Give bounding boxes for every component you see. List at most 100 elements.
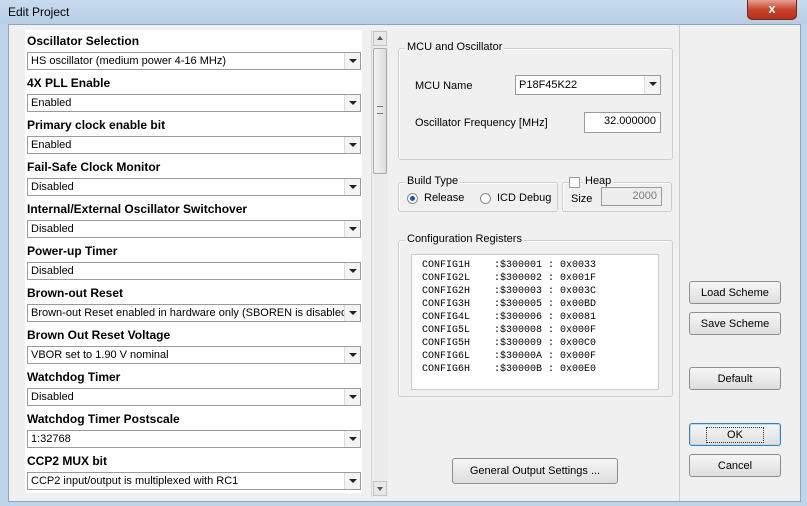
brown-out-voltage-dropdown[interactable]: VBOR set to 1.90 V nominal <box>27 346 361 364</box>
watchdog-postscale-dropdown[interactable]: 1:32768 <box>27 430 361 448</box>
chevron-down-icon <box>344 263 360 279</box>
option-label: Brown Out Reset Voltage <box>27 328 171 342</box>
icd-debug-label: ICD Debug <box>497 192 552 204</box>
group-title: MCU and Oscillator <box>405 41 505 53</box>
dropdown-value: VBOR set to 1.90 V nominal <box>31 349 169 361</box>
chevron-down-icon <box>344 347 360 363</box>
oscillator-frequency-input[interactable]: 32.000000 <box>584 112 661 133</box>
chevron-down-icon <box>344 137 360 153</box>
chevron-down-icon <box>644 76 660 94</box>
list-item: CONFIG3H :$300005 : 0x00BD <box>422 299 597 310</box>
window-title: Edit Project <box>8 5 70 19</box>
title-bar: Edit Project x <box>0 0 807 24</box>
option-brown-out-reset: Brown-out Reset Brown-out Reset enabled … <box>27 282 362 324</box>
chevron-down-icon <box>344 221 360 237</box>
option-label: Oscillator Selection <box>27 34 140 48</box>
chevron-down-icon <box>344 431 360 447</box>
scroll-down-button[interactable] <box>373 481 387 496</box>
dropdown-value: Enabled <box>31 139 72 151</box>
divider <box>679 25 680 501</box>
option-label: Power-up Timer <box>27 244 118 258</box>
option-pll-enable: 4X PLL Enable Enabled <box>27 72 362 114</box>
chevron-down-icon <box>344 389 360 405</box>
list-item: CONFIG4L :$300006 : 0x0081 <box>422 312 597 323</box>
mcu-name-label: MCU Name <box>415 80 473 92</box>
option-label: Fail-Safe Clock Monitor <box>27 160 161 174</box>
default-button[interactable]: Default <box>689 367 781 390</box>
dropdown-value: 1:32768 <box>31 433 71 445</box>
power-up-timer-dropdown[interactable]: Disabled <box>27 262 361 280</box>
list-item: CONFIG1H :$300001 : 0x0033 <box>422 260 597 271</box>
oscillator-selection-dropdown[interactable]: HS oscillator (medium power 4-16 MHz) <box>27 52 361 70</box>
option-oscillator-switchover: Internal/External Oscillator Switchover … <box>27 198 362 240</box>
option-label: Watchdog Timer Postscale <box>27 412 180 426</box>
watchdog-timer-dropdown[interactable]: Disabled <box>27 388 361 406</box>
release-label: Release <box>424 192 465 204</box>
list-item: CONFIG6H :$30000B : 0x00E0 <box>422 364 597 375</box>
brown-out-reset-dropdown[interactable]: Brown-out Reset enabled in hardware only… <box>27 304 361 322</box>
option-label: Brown-out Reset <box>27 286 123 300</box>
chevron-down-icon <box>344 53 360 69</box>
dropdown-value: Disabled <box>31 181 74 193</box>
icd-debug-radio[interactable] <box>480 193 491 204</box>
cancel-button[interactable]: Cancel <box>689 454 781 477</box>
load-scheme-button[interactable]: Load Scheme <box>689 281 781 304</box>
oscillator-switchover-dropdown[interactable]: Disabled <box>27 220 361 238</box>
list-item: CONFIG6L :$30000A : 0x000F <box>422 351 597 362</box>
list-item: CONFIG5L :$300008 : 0x000F <box>422 325 597 336</box>
option-label: Watchdog Timer <box>27 370 121 384</box>
chevron-down-icon <box>344 179 360 195</box>
heap-checkbox[interactable] <box>569 177 580 188</box>
mcu-name-dropdown[interactable]: P18F45K22 <box>515 75 661 95</box>
dialog-client: Oscillator Selection HS oscillator (medi… <box>8 24 801 502</box>
fail-safe-clock-dropdown[interactable]: Disabled <box>27 178 361 196</box>
dropdown-value: Enabled <box>31 97 72 109</box>
option-label: Primary clock enable bit <box>27 118 166 132</box>
oscillator-frequency-label: Oscillator Frequency [MHz] <box>415 117 548 129</box>
list-item: CONFIG2H :$300003 : 0x003C <box>422 286 597 297</box>
option-brown-out-voltage: Brown Out Reset Voltage VBOR set to 1.90… <box>27 324 362 366</box>
dropdown-value: Disabled <box>31 265 74 277</box>
dropdown-value: Brown-out Reset enabled in hardware only… <box>31 307 351 319</box>
option-watchdog-postscale: Watchdog Timer Postscale 1:32768 <box>27 408 362 450</box>
chevron-down-icon <box>344 473 360 489</box>
heap-label: Heap <box>583 175 614 187</box>
option-label: CCP2 MUX bit <box>27 454 108 468</box>
group-title: Configuration Registers <box>405 233 524 245</box>
option-fail-safe-clock: Fail-Safe Clock Monitor Disabled <box>27 156 362 198</box>
option-watchdog-timer: Watchdog Timer Disabled <box>27 366 362 408</box>
primary-clock-dropdown[interactable]: Enabled <box>27 136 361 154</box>
config-registers-list: CONFIG1H :$300001 : 0x0033 CONFIG2L :$30… <box>411 254 659 390</box>
list-item: CONFIG5H :$300009 : 0x00C0 <box>422 338 597 349</box>
dropdown-value: HS oscillator (medium power 4-16 MHz) <box>31 55 226 67</box>
option-label: 4X PLL Enable <box>27 76 111 90</box>
dropdown-value: CCP2 input/output is multiplexed with RC… <box>31 475 239 487</box>
option-ccp2-mux: CCP2 MUX bit CCP2 input/output is multip… <box>27 450 362 492</box>
general-output-settings-button[interactable]: General Output Settings ... <box>452 458 618 484</box>
dropdown-value: Disabled <box>31 223 74 235</box>
heap-size-label: Size <box>571 193 593 205</box>
scroll-up-button[interactable] <box>373 31 387 46</box>
dropdown-value: P18F45K22 <box>519 79 578 91</box>
save-scheme-button[interactable]: Save Scheme <box>689 312 781 335</box>
config-options-panel: Oscillator Selection HS oscillator (medi… <box>25 30 362 493</box>
pll-enable-dropdown[interactable]: Enabled <box>27 94 361 112</box>
group-title: Build Type <box>405 175 461 187</box>
close-button[interactable]: x <box>747 0 797 20</box>
ok-button[interactable]: OK <box>689 423 781 446</box>
option-label: Internal/External Oscillator Switchover <box>27 202 248 216</box>
option-power-up-timer: Power-up Timer Disabled <box>27 240 362 282</box>
dropdown-value: Disabled <box>31 391 74 403</box>
options-scrollbar[interactable] <box>371 30 388 497</box>
chevron-down-icon <box>344 305 360 321</box>
option-oscillator-selection: Oscillator Selection HS oscillator (medi… <box>27 30 362 72</box>
heap-group: Heap Size 2000 <box>562 175 672 212</box>
mcu-oscillator-group: MCU and Oscillator MCU Name P18F45K22 Os… <box>398 41 673 160</box>
ccp2-mux-dropdown[interactable]: CCP2 input/output is multiplexed with RC… <box>27 472 361 490</box>
ok-label: OK <box>706 427 764 443</box>
list-item: CONFIG2L :$300002 : 0x001F <box>422 273 597 284</box>
scroll-thumb[interactable] <box>373 48 387 174</box>
release-radio[interactable] <box>407 193 418 204</box>
option-primary-clock: Primary clock enable bit Enabled <box>27 114 362 156</box>
heap-size-input[interactable]: 2000 <box>601 187 662 206</box>
